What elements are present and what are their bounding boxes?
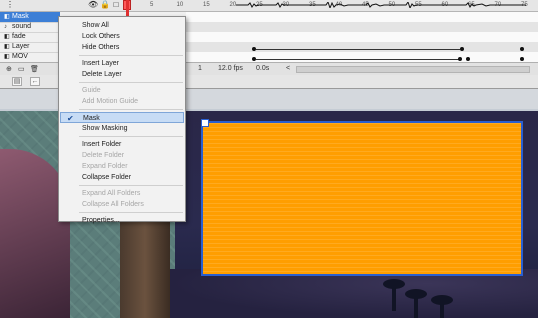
- layer-frames[interactable]: [186, 52, 538, 62]
- menu-separator: [79, 82, 183, 83]
- menu-item-lock-others[interactable]: Lock Others: [60, 31, 184, 42]
- menu-item-label: Add Motion Guide: [82, 98, 139, 105]
- menu-item-label: Delete Folder: [82, 152, 125, 159]
- layer-name: fade: [12, 33, 26, 40]
- menu-item-label: Show Masking: [82, 125, 128, 132]
- ruler-number: 10: [176, 2, 184, 8]
- menu-item-show-all[interactable]: Show All: [60, 20, 184, 31]
- palm-tree-art: [405, 289, 427, 299]
- layer-name: sound: [12, 23, 32, 30]
- menu-item-properties[interactable]: Properties...: [60, 215, 184, 226]
- current-frame: 1: [198, 65, 202, 72]
- menu-item-label: Insert Folder: [82, 141, 122, 148]
- menu-item-mask[interactable]: ✔ Mask: [60, 112, 184, 123]
- menu-item-label: Expand All Folders: [82, 190, 141, 197]
- layer-name-cell[interactable]: ◧ fade: [0, 32, 60, 42]
- layer-name: Layer: [12, 43, 30, 50]
- tween-span: [256, 59, 460, 60]
- menu-item-add-motion-guide: Add Motion Guide: [60, 96, 184, 107]
- menu-item-collapse-folder[interactable]: Collapse Folder: [60, 172, 184, 183]
- menu-item-label: Mask: [83, 115, 100, 122]
- menu-separator: [79, 136, 183, 137]
- menu-item-label: Delete Layer: [82, 71, 122, 78]
- layer-name-cell[interactable]: ♪ sound: [0, 22, 60, 32]
- menu-item-label: Insert Layer: [82, 60, 119, 67]
- frame-rate[interactable]: 12.0 fps: [218, 65, 243, 72]
- keyframe[interactable]: [520, 57, 524, 61]
- menu-separator: [79, 212, 183, 213]
- menu-item-hide-others[interactable]: Hide Others: [60, 42, 184, 53]
- menu-item-label: Hide Others: [82, 44, 120, 51]
- layer-name: MOV: [12, 53, 28, 60]
- outline-icon[interactable]: □: [112, 1, 120, 9]
- timeline-menu-icon[interactable]: ⋮: [6, 1, 14, 9]
- menu-item-expand-folder: Expand Folder: [60, 161, 184, 172]
- menu-separator: [79, 55, 183, 56]
- back-arrow-icon[interactable]: ←: [30, 77, 40, 86]
- menu-item-label: Properties...: [82, 217, 120, 224]
- menu-item-label: Show All: [82, 22, 109, 29]
- scene-icon[interactable]: ▤: [12, 77, 22, 86]
- palm-tree-art: [431, 295, 453, 305]
- menu-item-label: Collapse Folder: [82, 174, 132, 181]
- menu-item-show-masking[interactable]: Show Masking: [60, 123, 184, 134]
- layer-name: Mask: [12, 13, 29, 20]
- menu-item-expand-all-folders: Expand All Folders: [60, 188, 184, 199]
- sound-waveform: [236, 2, 526, 8]
- menu-item-label: Lock Others: [82, 33, 120, 40]
- elapsed-time: 0.0s: [256, 65, 270, 72]
- layer-icon: ◧: [4, 44, 10, 50]
- new-layer-icon[interactable]: ⊕: [6, 65, 12, 73]
- layer-frames[interactable]: [186, 42, 538, 52]
- layer-icon: ◧: [4, 34, 10, 40]
- scroll-left-icon[interactable]: <: [286, 65, 290, 72]
- eye-icon[interactable]: 👁: [88, 1, 98, 9]
- keyframe[interactable]: [520, 47, 524, 51]
- delete-layer-icon[interactable]: 🗑: [30, 65, 39, 73]
- menu-separator: [79, 109, 183, 110]
- palm-tree-art: [383, 279, 405, 289]
- timeline-scrollbar[interactable]: [296, 66, 530, 73]
- menu-separator: [79, 185, 183, 186]
- layer-frames[interactable]: [186, 12, 538, 22]
- layer-frames[interactable]: [186, 22, 538, 32]
- ruler-number: 15: [203, 2, 210, 8]
- new-folder-icon[interactable]: ▭: [18, 65, 25, 73]
- keyframe[interactable]: [458, 57, 462, 61]
- ruler-number: 5: [150, 2, 154, 8]
- menu-item-label: Collapse All Folders: [82, 201, 144, 208]
- keyframe[interactable]: [460, 47, 464, 51]
- selection-handle[interactable]: [201, 119, 209, 127]
- layer-icon: ◧: [4, 54, 10, 60]
- layer-name-cell[interactable]: ◧ Mask: [0, 12, 60, 22]
- sound-layer-icon: ♪: [4, 24, 7, 30]
- menu-item-label: Guide: [82, 87, 101, 94]
- night-sky-art: [170, 269, 538, 318]
- menu-item-insert-folder[interactable]: Insert Folder: [60, 139, 184, 150]
- menu-item-collapse-all-folders: Collapse All Folders: [60, 199, 184, 210]
- layer-context-menu: Show All Lock Others Hide Others Insert Lay…: [58, 16, 186, 224]
- menu-item-guide: Guide: [60, 85, 184, 96]
- layer-frames[interactable]: [186, 32, 538, 42]
- menu-item-delete-folder: Delete Folder: [60, 150, 184, 161]
- mask-shape[interactable]: [201, 121, 523, 276]
- menu-item-label: Expand Folder: [82, 163, 128, 170]
- menu-item-delete-layer[interactable]: Delete Layer: [60, 69, 184, 80]
- layer-name-cell[interactable]: ◧ MOV: [0, 52, 60, 62]
- keyframe[interactable]: [466, 57, 470, 61]
- tween-span: [256, 49, 460, 50]
- layer-name-cell[interactable]: ◧ Layer: [0, 42, 60, 52]
- layer-icon: ◧: [4, 14, 10, 20]
- menu-item-insert-layer[interactable]: Insert Layer: [60, 58, 184, 69]
- lock-icon[interactable]: 🔒: [100, 1, 110, 9]
